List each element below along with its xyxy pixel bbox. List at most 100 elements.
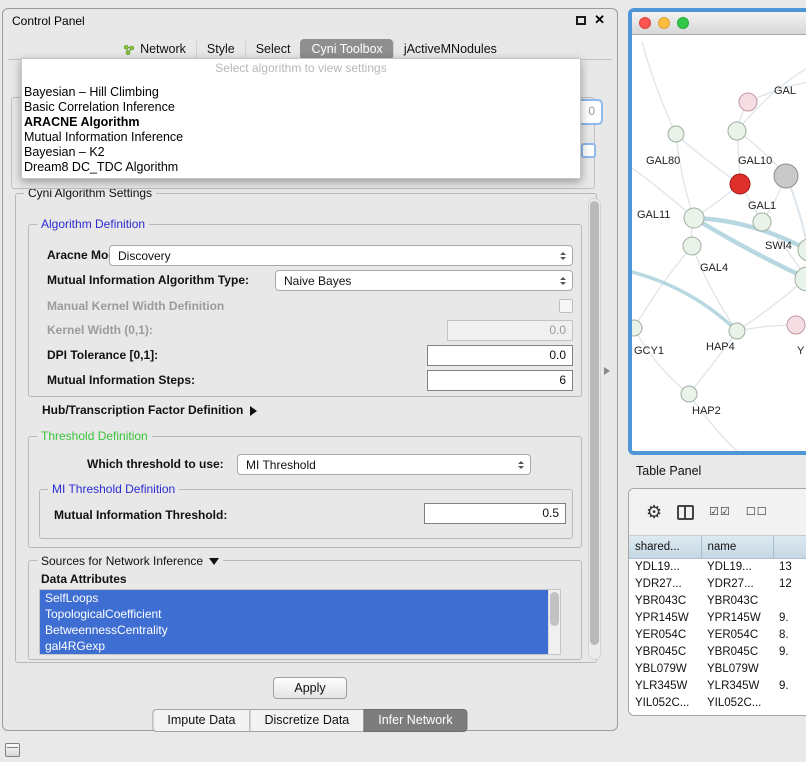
which-threshold-value: MI Threshold [246, 458, 512, 472]
table-row[interactable]: YDR27...YDR27...12 [629, 575, 806, 592]
table-row[interactable]: YPR145WYPR145W9. [629, 609, 806, 626]
table-cell: 12 [773, 575, 806, 592]
table-row[interactable]: YBR043CYBR043C [629, 592, 806, 609]
table-cell: YPR145W [701, 609, 773, 626]
graph-edge [634, 328, 689, 394]
bottom-tab-discretize-data[interactable]: Discretize Data [250, 709, 365, 732]
graph-edge [642, 42, 676, 134]
table-cell: YLR345W [701, 677, 773, 694]
graph-node[interactable] [753, 213, 771, 231]
column-header-shared[interactable]: shared... [629, 536, 701, 558]
panel-title: Control Panel [12, 14, 85, 28]
table-row[interactable]: YLR345WYLR345W9. [629, 677, 806, 694]
attribute-item-gal4rgexp[interactable]: gal4RGexp [40, 638, 548, 654]
table-row[interactable]: YDL19...YDL19...13 [629, 558, 806, 575]
tab-style[interactable]: Style [196, 39, 245, 60]
combo-arrows-icon [554, 271, 572, 290]
list-scrollbar[interactable] [548, 590, 560, 654]
graph-edge [689, 394, 742, 455]
columns-icon[interactable] [677, 505, 694, 520]
tab-cyni-toolbox[interactable]: Cyni Toolbox [300, 39, 392, 60]
network-canvas[interactable]: GALGAL80GAL10GAL11GAL1SWI4GAL4GCY1HAP4YH… [632, 36, 806, 451]
graph-node[interactable] [739, 93, 757, 111]
network-graph: GALGAL80GAL10GAL11GAL1SWI4GAL4GCY1HAP4YH… [632, 36, 806, 455]
mi-threshold-field[interactable]: 0.5 [424, 503, 566, 524]
algorithm-option-dream8-dc-tdc-algorithm[interactable]: Dream8 DC_TDC Algorithm [22, 160, 580, 175]
graph-node[interactable] [774, 164, 798, 188]
graph-node[interactable] [684, 208, 704, 228]
algorithm-option-basic-correlation-inference[interactable]: Basic Correlation Inference [22, 100, 580, 115]
aracne-mode-value: Discovery [118, 249, 554, 263]
algorithm-definition-group: Algorithm Definition Aracne Mode: Discov… [28, 224, 582, 397]
graph-node[interactable] [795, 267, 806, 291]
table-row[interactable]: YBR045CYBR045C9. [629, 643, 806, 660]
attribute-item-selfloops[interactable]: SelfLoops [40, 590, 548, 606]
bottom-tab-infer-network[interactable]: Infer Network [363, 709, 467, 732]
algorithm-option-aracne-algorithm[interactable]: ARACNE Algorithm [22, 115, 580, 130]
table-cell: 9. [773, 609, 806, 626]
tab-network[interactable]: Network [113, 39, 196, 60]
show-panel-icon[interactable] [5, 743, 20, 757]
kernel-width-label: Kernel Width (0,1): [47, 320, 153, 341]
mi-threshold-definition-group: MI Threshold Definition Mutual Informati… [39, 489, 573, 539]
graph-node[interactable] [730, 174, 750, 194]
table-cell [773, 592, 806, 609]
graph-node[interactable] [681, 386, 697, 402]
sources-title-toggle[interactable]: Sources for Network Inference [37, 553, 223, 570]
table-row[interactable]: YIL052C...YIL052C... [629, 694, 806, 711]
float-window-icon[interactable] [576, 16, 586, 25]
close-icon[interactable]: ✕ [594, 12, 605, 28]
network-icon [123, 44, 135, 56]
scrollbar-thumb[interactable] [590, 201, 599, 645]
mi-threshold-label: Mutual Information Threshold: [54, 505, 227, 526]
column-header-col-2[interactable] [773, 536, 806, 558]
mi-threshold-definition-title: MI Threshold Definition [48, 482, 179, 497]
algorithm-option-mutual-information-inference[interactable]: Mutual Information Inference [22, 130, 580, 145]
attribute-item-betweennesscentrality[interactable]: BetweennessCentrality [40, 622, 548, 638]
settings-scrollbar[interactable] [588, 198, 601, 660]
table-row[interactable]: YER054CYER054C8. [629, 626, 806, 643]
graph-node[interactable] [632, 320, 642, 336]
gear-icon[interactable]: ⚙ [646, 503, 662, 521]
table-cell: YIL052C... [629, 694, 701, 711]
data-attributes-list[interactable]: SelfLoopsTopologicalCoefficientBetweenne… [39, 589, 561, 655]
table-cell: YDL19... [629, 558, 701, 575]
table-cell: YBL079W [629, 660, 701, 677]
mi-steps-field[interactable]: 6 [427, 370, 573, 391]
bottom-tab-impute-data[interactable]: Impute Data [152, 709, 250, 732]
algorithm-option-bayesian-k2[interactable]: Bayesian – K2 [22, 145, 580, 160]
graph-node[interactable] [787, 316, 805, 334]
minimize-button[interactable] [658, 17, 670, 29]
sources-title: Sources for Network Inference [41, 554, 203, 569]
mi-algorithm-type-combobox[interactable]: Naive Bayes [275, 270, 573, 291]
table-cell: YLR345W [629, 677, 701, 694]
attribute-item-topologicalcoefficient[interactable]: TopologicalCoefficient [40, 606, 548, 622]
splitter-collapse-arrow[interactable] [604, 367, 614, 375]
close-button[interactable] [639, 17, 651, 29]
table-cell: YER054C [701, 626, 773, 643]
select-all-icon[interactable]: ☑☑ [709, 507, 731, 518]
tab-jactivemnodules[interactable]: jActiveMNodules [393, 39, 507, 60]
network-window-titlebar[interactable] [632, 12, 806, 35]
graph-node[interactable] [668, 126, 684, 142]
tab-label: jActiveMNodules [404, 42, 497, 57]
collapse-arrow-icon [209, 558, 219, 570]
zoom-button[interactable] [677, 17, 689, 29]
node-label-gcy1: GCY1 [634, 345, 664, 357]
column-header-name[interactable]: name [701, 536, 773, 558]
deselect-all-icon[interactable]: ☐☐ [746, 507, 768, 518]
graph-node[interactable] [798, 239, 806, 261]
graph-node[interactable] [728, 122, 746, 140]
which-threshold-combobox[interactable]: MI Threshold [237, 454, 531, 475]
algorithm-option-bayesian-hill-climbing[interactable]: Bayesian – Hill Climbing [22, 85, 580, 100]
tab-select[interactable]: Select [245, 39, 301, 60]
graph-node[interactable] [683, 237, 701, 255]
table-row[interactable]: YBL079WYBL079W [629, 660, 806, 677]
hub-section-toggle[interactable]: Hub/Transcription Factor Definition [42, 400, 262, 421]
dpi-tolerance-field[interactable]: 0.0 [427, 345, 573, 366]
aracne-mode-combobox[interactable]: Discovery [109, 245, 573, 266]
scrollbar-thumb[interactable] [550, 592, 559, 626]
apply-button[interactable]: Apply [273, 677, 347, 699]
graph-node[interactable] [729, 323, 745, 339]
table-cell: YDL19... [701, 558, 773, 575]
